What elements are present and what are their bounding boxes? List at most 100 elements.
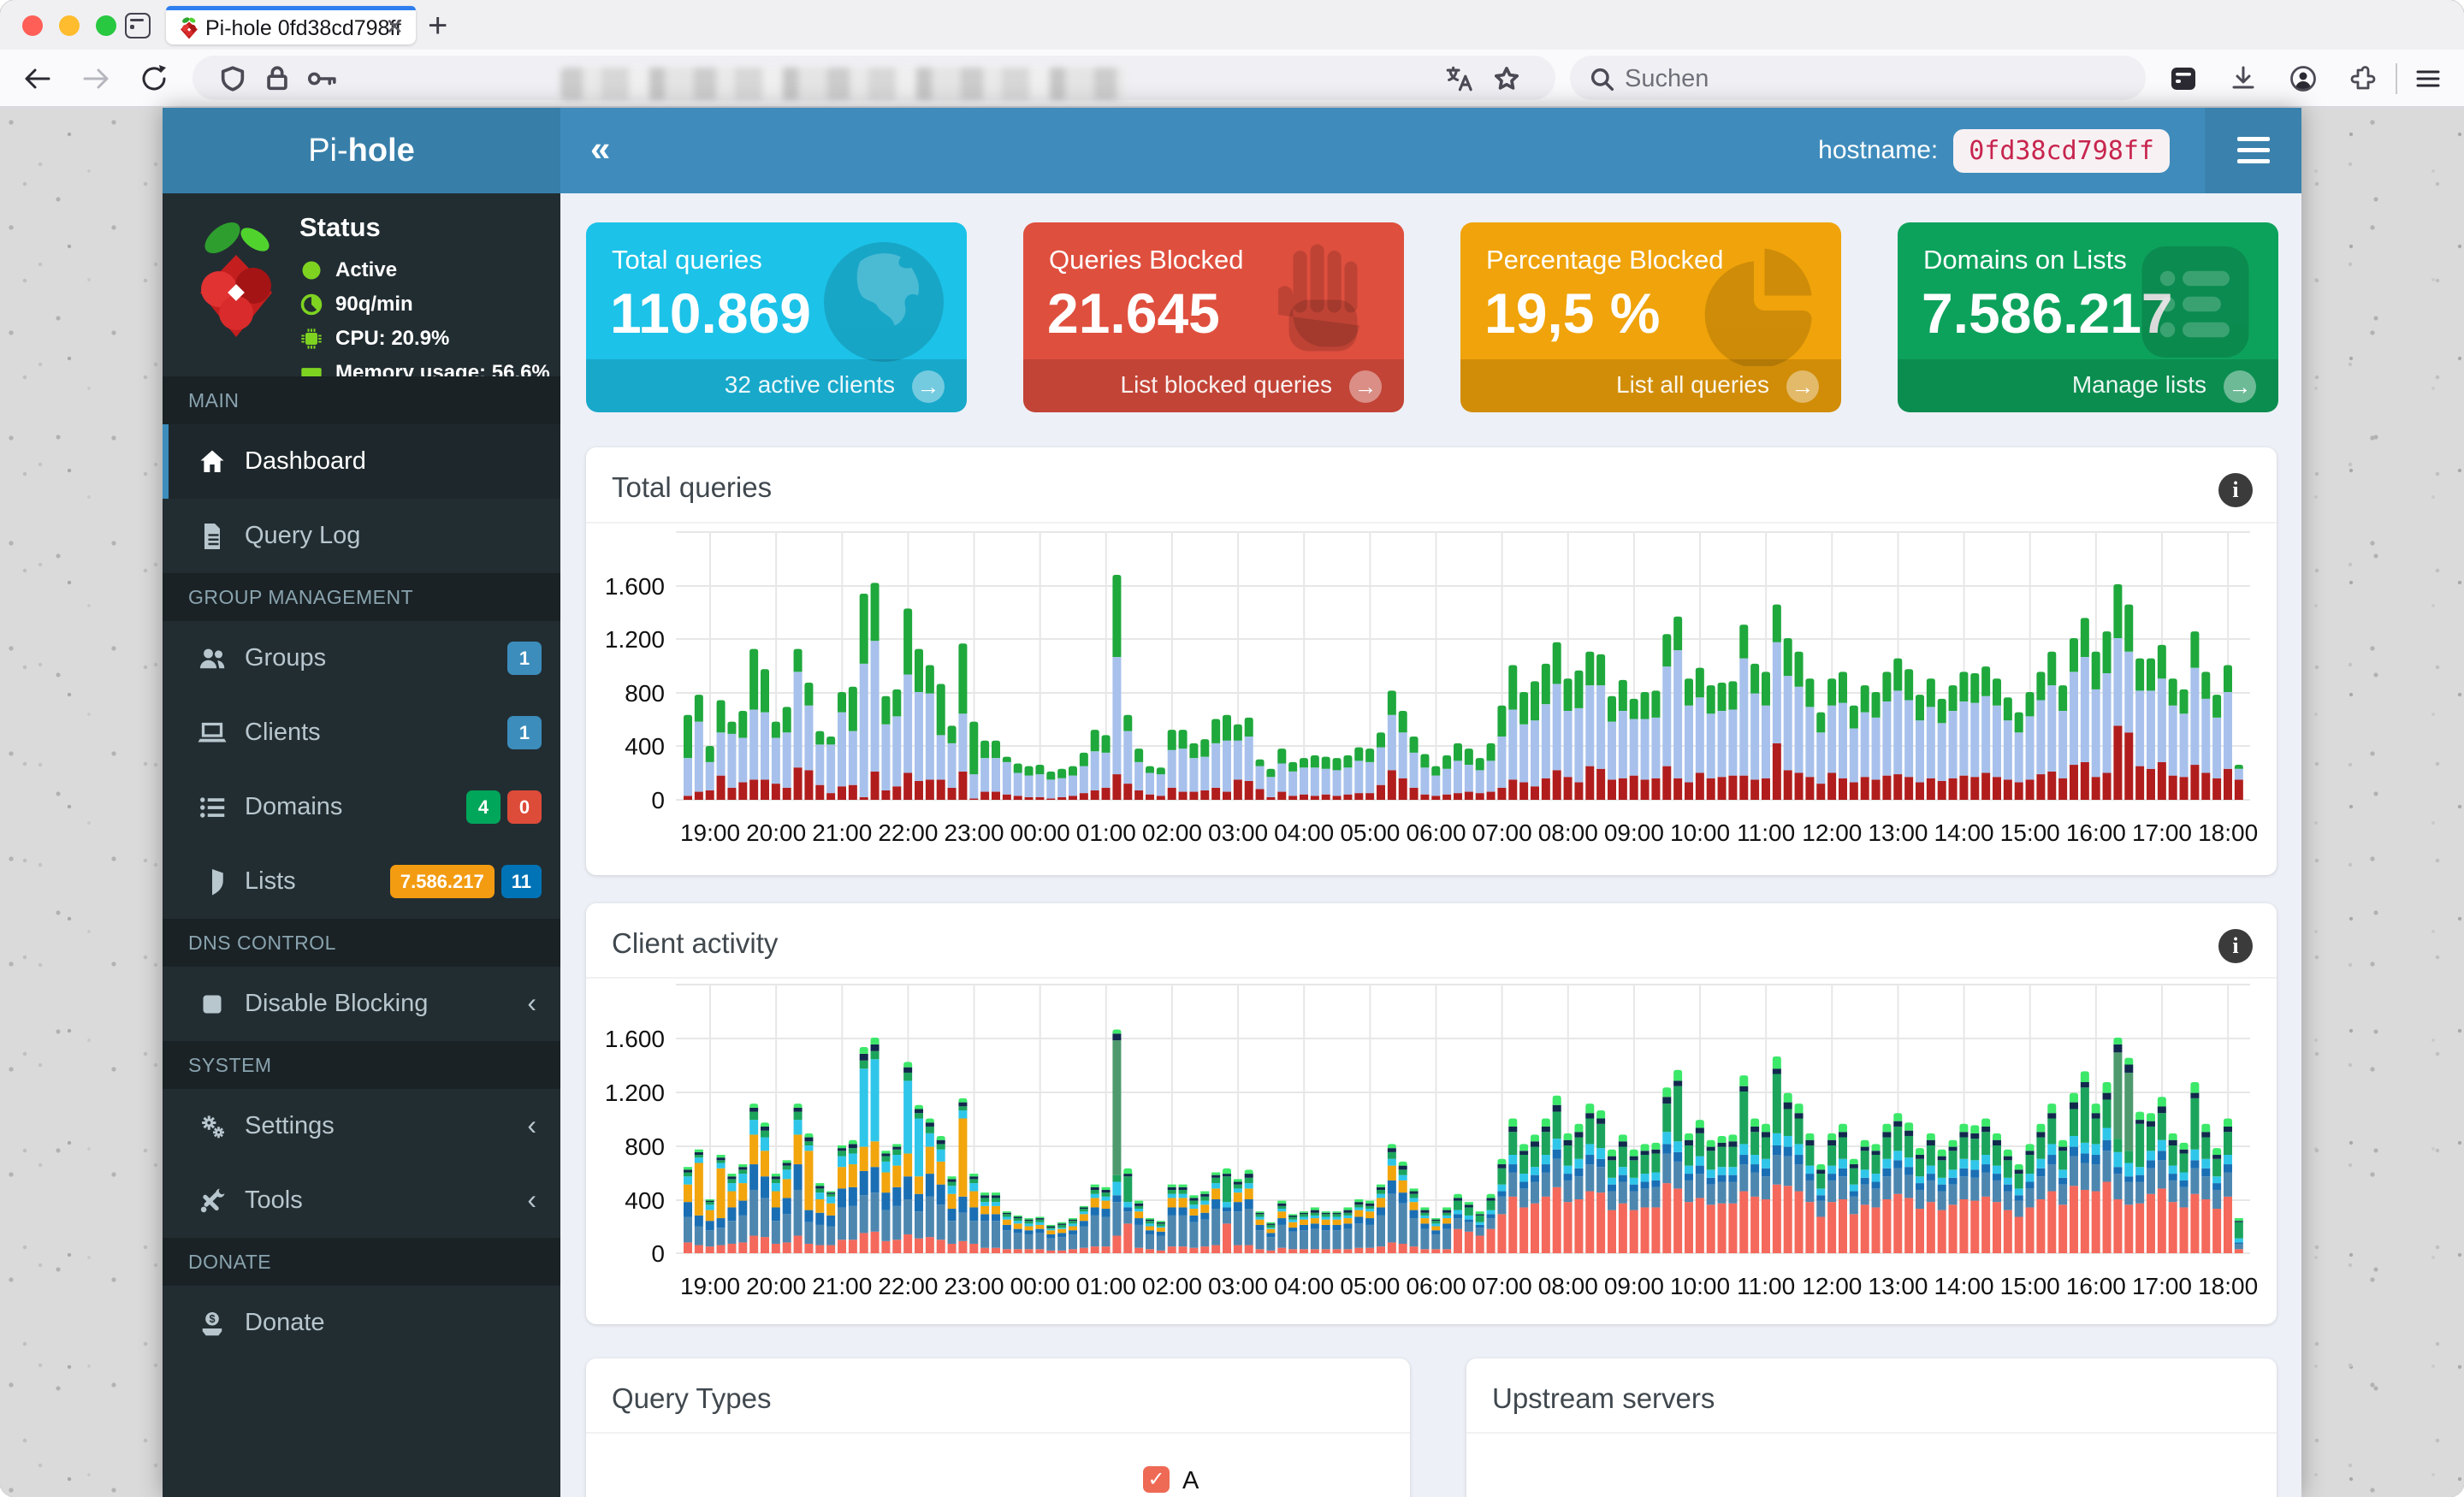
svg-text:07:00: 07:00 [1472,820,1532,846]
count-badge: 11 [500,865,542,898]
pihole-menu-button[interactable] [2205,108,2301,193]
sidebar-item-label: Donate [245,1309,325,1336]
storage-panel-icon[interactable] [2166,62,2200,96]
forward-button[interactable] [79,62,113,96]
card-footer[interactable]: List blocked queries → [1023,359,1404,412]
window-zoom-button[interactable] [96,15,116,36]
globe-icon [824,242,944,362]
card-title: Total queries [612,245,762,275]
key-icon[interactable] [307,66,338,92]
window-close-button[interactable] [22,15,43,36]
sidebar-item-tools[interactable]: Tools ‹ [163,1163,560,1238]
svg-text:400: 400 [625,1187,665,1214]
svg-text:03:00: 03:00 [1208,1273,1268,1299]
sidebar-item-domains[interactable]: Domains 4 0 [163,770,560,844]
sidebar-collapse-button[interactable]: « [590,108,610,193]
sidebar-item-disable-blocking[interactable]: Disable Blocking ‹ [163,967,560,1041]
sidebar-item-clients[interactable]: Clients 1 [163,695,560,770]
laptop-icon [198,722,227,743]
status-row: Active [299,258,397,282]
svg-text:06:00: 06:00 [1406,820,1466,846]
sidebar-item-label: Domains [245,793,343,820]
svg-text:02:00: 02:00 [1142,1273,1202,1299]
shield-icon [212,869,223,896]
arrow-circle-icon: → [1786,370,1819,403]
svg-text:800: 800 [625,680,665,707]
svg-text:1.600: 1.600 [605,573,665,600]
svg-text:21:00: 21:00 [812,820,872,846]
card-title: Percentage Blocked [1486,245,1724,275]
card-footer[interactable]: 32 active clients → [586,359,967,412]
status-panel: Status Active 90q/min CPU: 20.9% Memory usa… [163,193,560,384]
card-queries-blocked: Queries Blocked 21.645 List blocked querie… [1023,222,1404,412]
card-footer-label: 32 active clients [724,371,895,398]
new-tab-button[interactable]: + [428,7,447,45]
svg-text:09:00: 09:00 [1604,820,1664,846]
client-activity-chart: 0 400 800 1.200 1.600 19:00 20:00 21:00 22:00 23:… [605,984,2258,1299]
reload-button[interactable] [137,62,171,96]
panel-query-types: Query Types ✓ A [586,1358,1410,1497]
card-title: Domains on Lists [1923,245,2127,275]
pihole-favicon [181,17,198,39]
svg-text:0: 0 [651,1240,665,1267]
browser-menu-icon[interactable] [2411,62,2445,96]
count-badge: 1 [507,642,542,675]
svg-text:1.600: 1.600 [605,1026,665,1052]
sidebar-item-label: Lists [245,867,296,895]
account-icon[interactable] [2286,62,2320,96]
lock-icon[interactable] [263,64,292,93]
svg-text:12:00: 12:00 [1802,820,1862,846]
sidebar-item-label: Clients [245,719,321,746]
svg-text:04:00: 04:00 [1274,820,1334,846]
svg-text:20:00: 20:00 [746,820,806,846]
status-dot-icon [302,261,321,280]
svg-text:16:00: 16:00 [2066,1273,2126,1299]
svg-text:14:00: 14:00 [1934,1273,1994,1299]
status-text: CPU: 20.9% [335,327,450,350]
back-button[interactable] [21,62,55,96]
card-total-queries: Total queries 110.869 32 active clients → [586,222,967,412]
svg-text:13:00: 13:00 [1868,1273,1928,1299]
search-bar[interactable]: Suchen [1570,56,2146,100]
status-row: 90q/min [299,293,413,317]
svg-text:17:00: 17:00 [2132,820,2192,846]
pihole-brand[interactable]: Pi-hole [163,108,560,193]
sidebar-item-settings[interactable]: Settings ‹ [163,1089,560,1163]
badge-group: 7.586.217 11 [389,865,542,898]
card-footer[interactable]: Manage lists → [1898,359,2278,412]
sidebar-item-groups[interactable]: Groups 1 [163,621,560,695]
downloads-icon[interactable] [2226,62,2260,96]
firefox-view-icon[interactable] [125,13,151,38]
bookmark-star-icon[interactable] [1492,64,1521,93]
svg-text:18:00: 18:00 [2198,1273,2258,1299]
window-minimize-button[interactable] [59,15,80,36]
sidebar-item-label: Groups [245,644,327,672]
tab-close-icon[interactable]: ✕ [385,14,404,40]
url-bar[interactable] [192,56,1555,100]
sidebar-item-donate[interactable]: $ Donate [163,1286,560,1360]
sidebar-item-query-log[interactable]: Query Log [163,499,560,573]
tab-container-accent [166,6,416,10]
svg-text:17:00: 17:00 [2132,1273,2192,1299]
sidebar-section-header: DONATE [163,1238,560,1286]
search-icon [1590,68,1614,92]
card-value: 21.645 [1047,281,1220,345]
panel-divider [586,1432,1410,1434]
tab-pihole[interactable]: Pi-hole 0fd38cd798ff ✕ [166,6,416,44]
sidebar-item-lists[interactable]: Lists 7.586.217 11 [163,844,560,919]
gauge-icon [300,293,323,316]
svg-text:11:00: 11:00 [1737,820,1795,846]
card-footer-label: List all queries [1616,371,1769,398]
shield-permissions-icon[interactable] [218,64,247,93]
translate-icon[interactable] [1444,64,1473,93]
sidebar-item-dashboard[interactable]: Dashboard [163,424,560,499]
svg-text:19:00: 19:00 [680,820,740,846]
card-value: 19,5 % [1484,281,1661,345]
extensions-icon[interactable] [2346,62,2380,96]
sidebar-menu: MAIN Dashboard Query Log GROUP MANAGEMENT Gr… [163,376,560,1360]
card-footer[interactable]: List all queries → [1460,359,1841,412]
svg-text:21:00: 21:00 [812,1273,872,1299]
query-type-checkbox-a[interactable]: ✓ [1143,1466,1170,1493]
status-text: 90q/min [335,293,413,316]
gears-icon [202,1115,224,1139]
